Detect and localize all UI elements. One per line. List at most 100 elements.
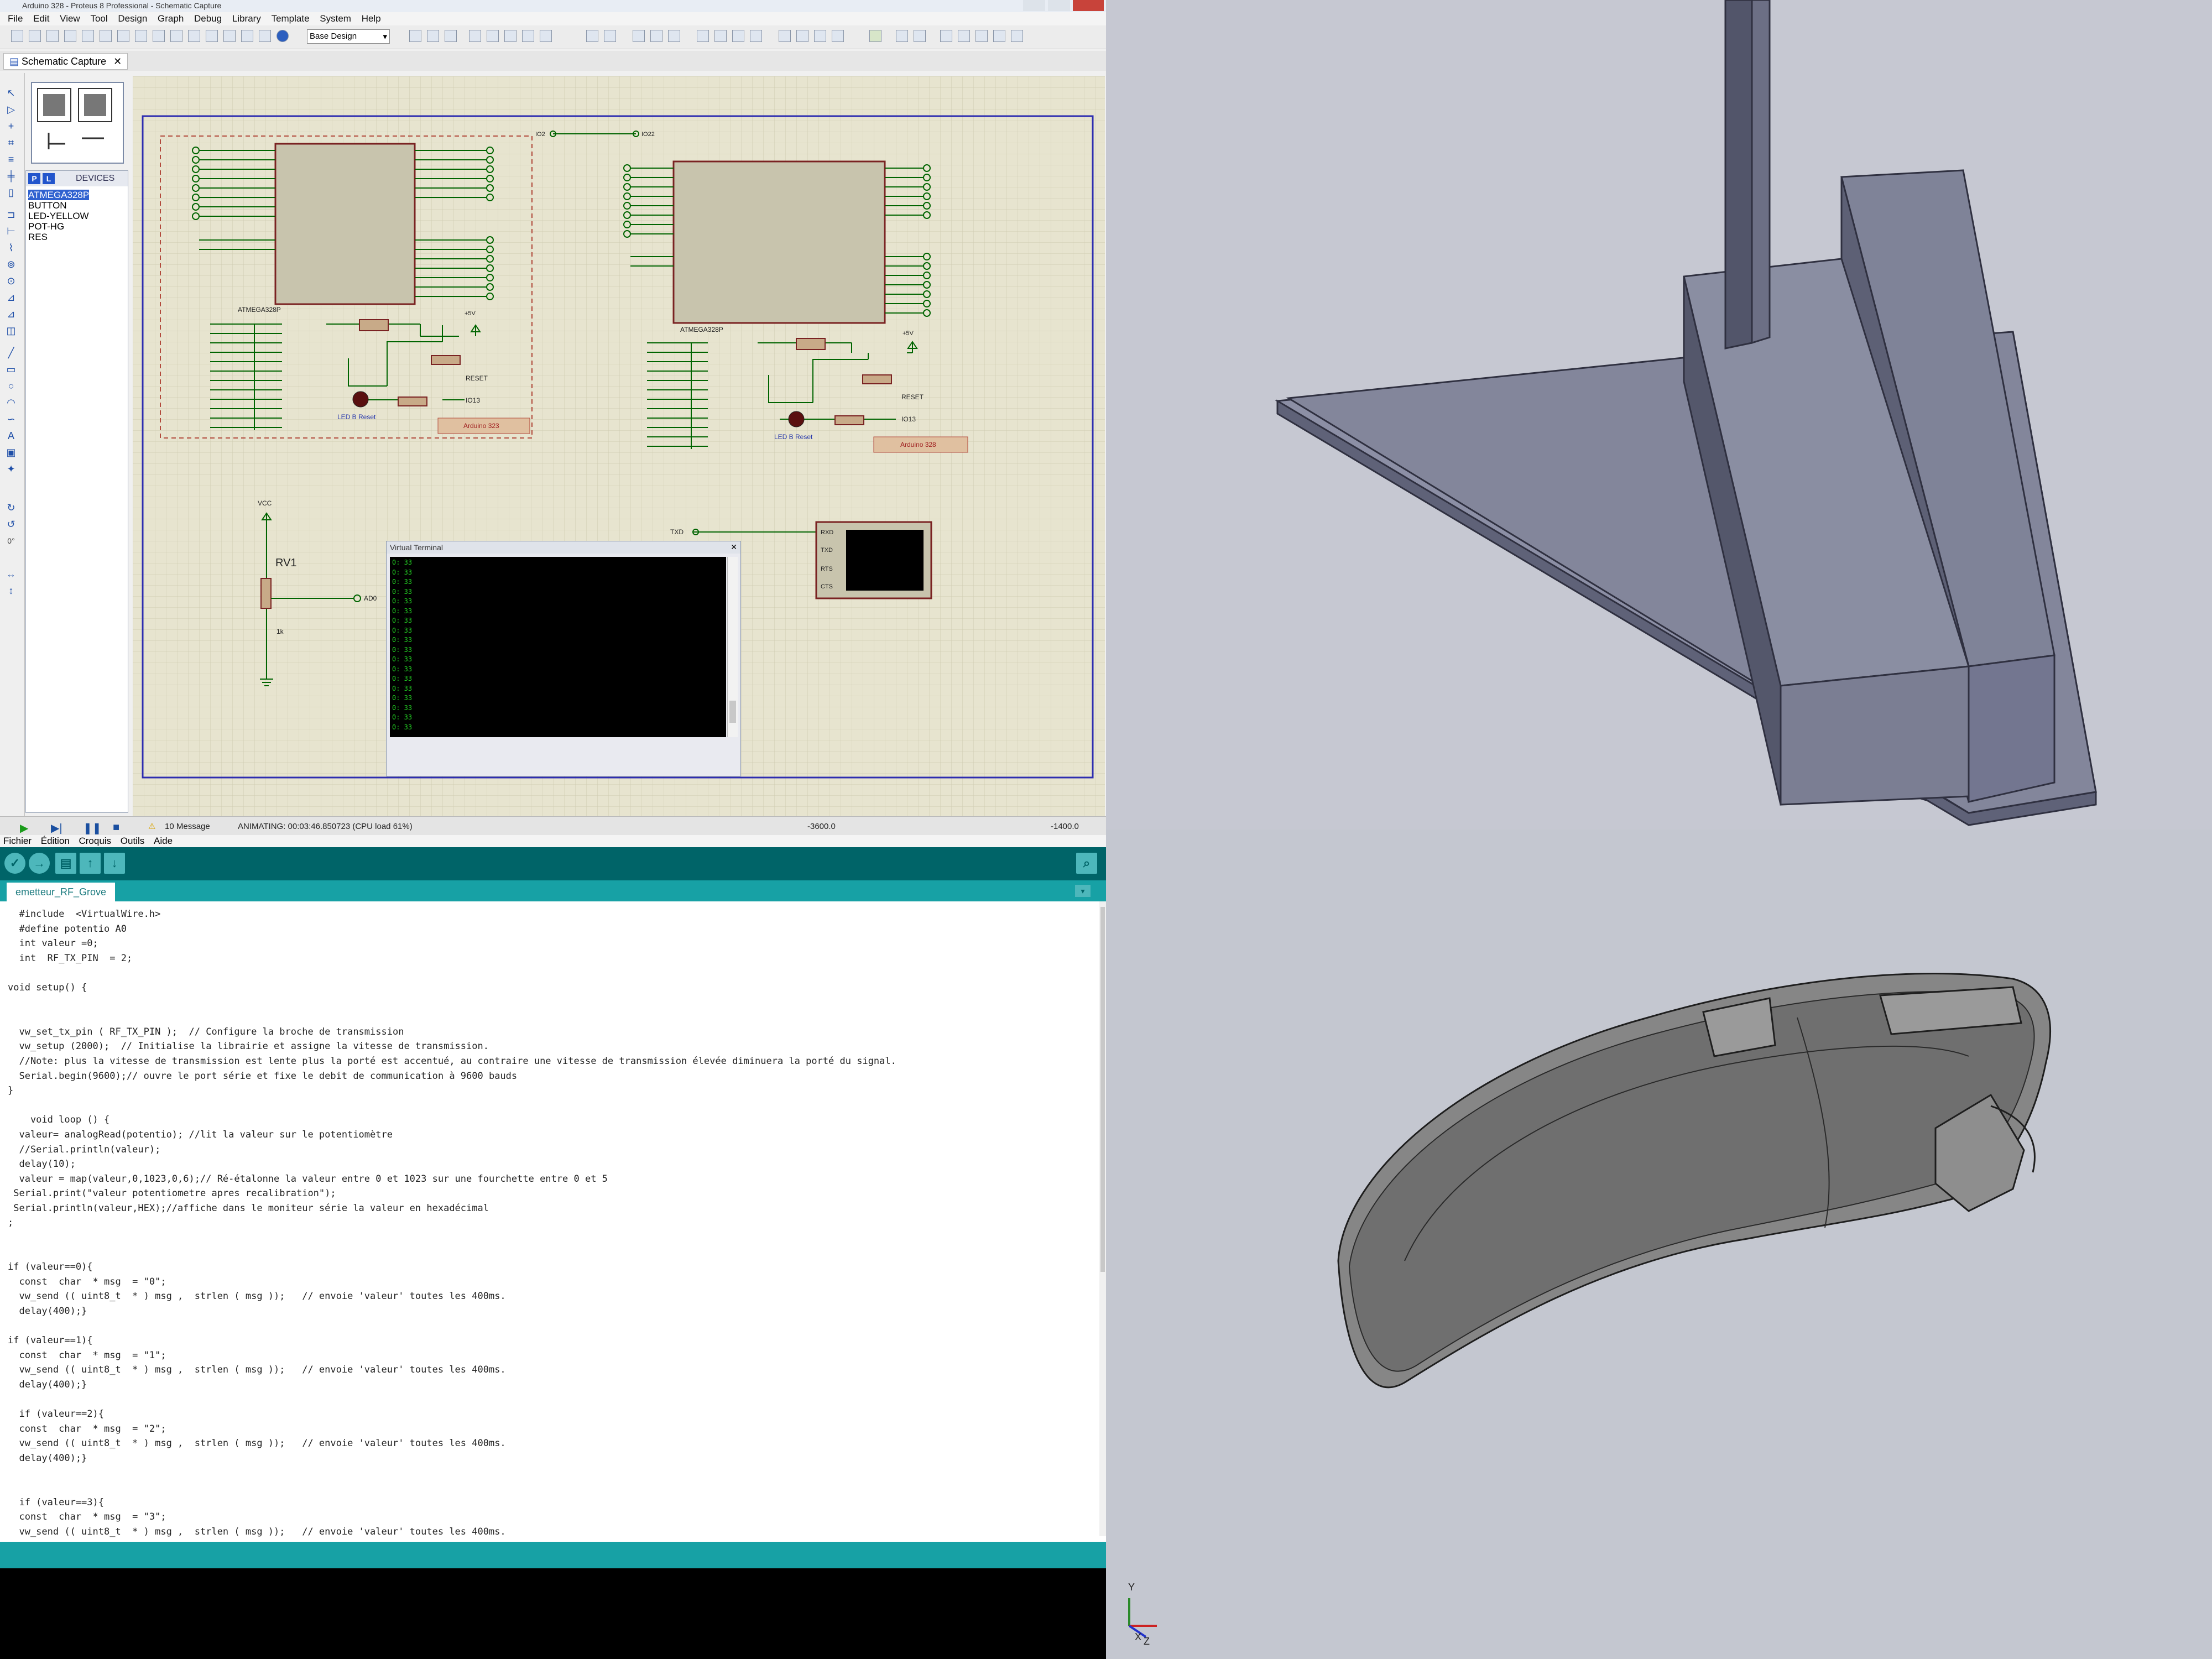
menu-outils[interactable]: Outils xyxy=(121,836,144,847)
2d-marker-icon[interactable]: ✦ xyxy=(6,463,17,474)
device-pins-icon[interactable]: ⊢ xyxy=(6,226,17,237)
wire-autorouter-icon[interactable] xyxy=(869,30,881,42)
menu-fichier[interactable]: Fichier xyxy=(3,836,32,847)
upload-icon[interactable]: → xyxy=(29,853,50,874)
menu-template[interactable]: Template xyxy=(272,13,310,24)
2d-line-icon[interactable]: ╱ xyxy=(6,347,17,358)
2d-circle-icon[interactable]: ○ xyxy=(6,380,17,392)
cad-viewport-stand[interactable] xyxy=(1106,0,2212,830)
menu-file[interactable]: File xyxy=(8,13,23,24)
text-script-icon[interactable]: ≡ xyxy=(6,154,17,165)
search-icon[interactable] xyxy=(896,30,908,42)
board-2-resistor-2[interactable] xyxy=(834,415,864,425)
export-icon[interactable] xyxy=(117,30,129,42)
source-code-icon[interactable] xyxy=(223,30,236,42)
2d-path-icon[interactable]: ∽ xyxy=(6,414,17,425)
help-icon[interactable] xyxy=(276,30,289,42)
board-1-led[interactable] xyxy=(352,391,369,408)
menu-edition[interactable]: Édition xyxy=(41,836,70,847)
menu-library[interactable]: Library xyxy=(232,13,261,24)
refresh-icon[interactable] xyxy=(409,30,421,42)
board-2-led[interactable] xyxy=(788,411,805,427)
copy-icon[interactable] xyxy=(650,30,662,42)
pick-device-icon[interactable] xyxy=(779,30,791,42)
menu-system[interactable]: System xyxy=(320,13,351,24)
close-file-icon[interactable] xyxy=(82,30,94,42)
verify-icon[interactable]: ✓ xyxy=(4,853,25,874)
editor-scrollbar[interactable] xyxy=(1099,901,1106,1536)
block-rotate-icon[interactable] xyxy=(732,30,744,42)
block-delete-icon[interactable] xyxy=(750,30,762,42)
menu-croquis[interactable]: Croquis xyxy=(79,836,111,847)
menu-design[interactable]: Design xyxy=(118,13,147,24)
terminals-icon[interactable]: ⊐ xyxy=(6,209,17,220)
junction-dot-icon[interactable]: + xyxy=(6,121,17,132)
generator-icon[interactable]: ⊙ xyxy=(6,275,17,286)
packaging-icon[interactable] xyxy=(814,30,826,42)
buses-icon[interactable]: ╪ xyxy=(6,170,17,181)
bill-of-materials-icon[interactable] xyxy=(993,30,1005,42)
3d-view-icon[interactable] xyxy=(170,30,182,42)
editor-scroll-thumb[interactable] xyxy=(1100,907,1105,1272)
block-copy-icon[interactable] xyxy=(697,30,709,42)
tab-menu-chevron-icon[interactable]: ▾ xyxy=(1075,885,1091,897)
zoom-area-icon[interactable] xyxy=(540,30,552,42)
open-file-icon[interactable] xyxy=(29,30,41,42)
board-1-resistor-3[interactable] xyxy=(431,355,461,365)
make-device-icon[interactable] xyxy=(796,30,808,42)
step-icon[interactable]: ▶| xyxy=(51,821,62,835)
netlist-icon[interactable] xyxy=(259,30,271,42)
board-2-resistor-3[interactable] xyxy=(862,374,892,384)
remove-sheet-icon[interactable] xyxy=(958,30,970,42)
bom-icon[interactable] xyxy=(206,30,218,42)
schematic-canvas[interactable]: ATMEGA328P LED B Reset RESET IO13 +5V Ar… xyxy=(133,76,1105,816)
stop-icon[interactable]: ■ xyxy=(113,821,119,834)
board-1-resistor[interactable] xyxy=(359,319,389,331)
overview-window[interactable] xyxy=(31,82,124,164)
voltage-probe-icon[interactable]: ⊿ xyxy=(6,292,17,303)
device-item[interactable]: POT-HG xyxy=(28,221,89,232)
pick-devices-button[interactable]: P xyxy=(28,173,40,184)
property-assignment-icon[interactable] xyxy=(914,30,926,42)
new-file-icon[interactable] xyxy=(11,30,23,42)
grid-toggle-icon[interactable] xyxy=(427,30,439,42)
menu-graph[interactable]: Graph xyxy=(158,13,184,24)
origin-icon[interactable] xyxy=(445,30,457,42)
board-1-resistor-2[interactable] xyxy=(398,397,427,406)
cut-icon[interactable] xyxy=(633,30,645,42)
design-explorer-icon[interactable] xyxy=(241,30,253,42)
cad-viewport-shell[interactable]: Y X Z xyxy=(1106,830,2212,1659)
virtual-terminal-scroll-thumb[interactable] xyxy=(729,701,736,723)
chip-1[interactable] xyxy=(274,143,416,305)
potentiometer[interactable] xyxy=(260,578,272,609)
menu-help[interactable]: Help xyxy=(362,13,381,24)
2d-symbol-icon[interactable]: ▣ xyxy=(6,447,17,458)
zoom-in-icon[interactable] xyxy=(487,30,499,42)
zoom-out-icon[interactable] xyxy=(504,30,517,42)
close-window-button[interactable] xyxy=(1073,0,1104,11)
menu-view[interactable]: View xyxy=(60,13,80,24)
schematic-icon[interactable] xyxy=(135,30,147,42)
2d-arc-icon[interactable]: ◠ xyxy=(6,397,17,408)
minimize-button[interactable] xyxy=(1023,0,1045,11)
rotate-anticlockwise-icon[interactable]: ↺ xyxy=(6,519,17,530)
goto-parent-icon[interactable] xyxy=(975,30,988,42)
menu-tool[interactable]: Tool xyxy=(90,13,107,24)
decompose-icon[interactable] xyxy=(832,30,844,42)
design-select[interactable]: Base Design ▾ xyxy=(307,29,390,44)
pause-icon[interactable]: ❚❚ xyxy=(83,821,102,835)
device-item[interactable]: RES xyxy=(28,232,89,242)
open-sketch-icon[interactable]: ↑ xyxy=(80,853,101,874)
tab-sketch[interactable]: emetteur_RF_Grove xyxy=(7,883,116,901)
redo-icon[interactable] xyxy=(604,30,616,42)
play-icon[interactable]: ▶ xyxy=(20,821,28,835)
import-icon[interactable] xyxy=(100,30,112,42)
board-2-resistor[interactable] xyxy=(796,338,826,350)
maximize-button[interactable] xyxy=(1048,0,1070,11)
serial-monitor-icon[interactable]: ⌕ xyxy=(1076,853,1097,874)
wire-label-icon[interactable]: ⌗ xyxy=(6,137,17,148)
new-sheet-icon[interactable] xyxy=(940,30,952,42)
save-file-icon[interactable] xyxy=(46,30,59,42)
electrical-rule-check-icon[interactable] xyxy=(1011,30,1023,42)
graph-icon[interactable]: ⌇ xyxy=(6,242,17,253)
